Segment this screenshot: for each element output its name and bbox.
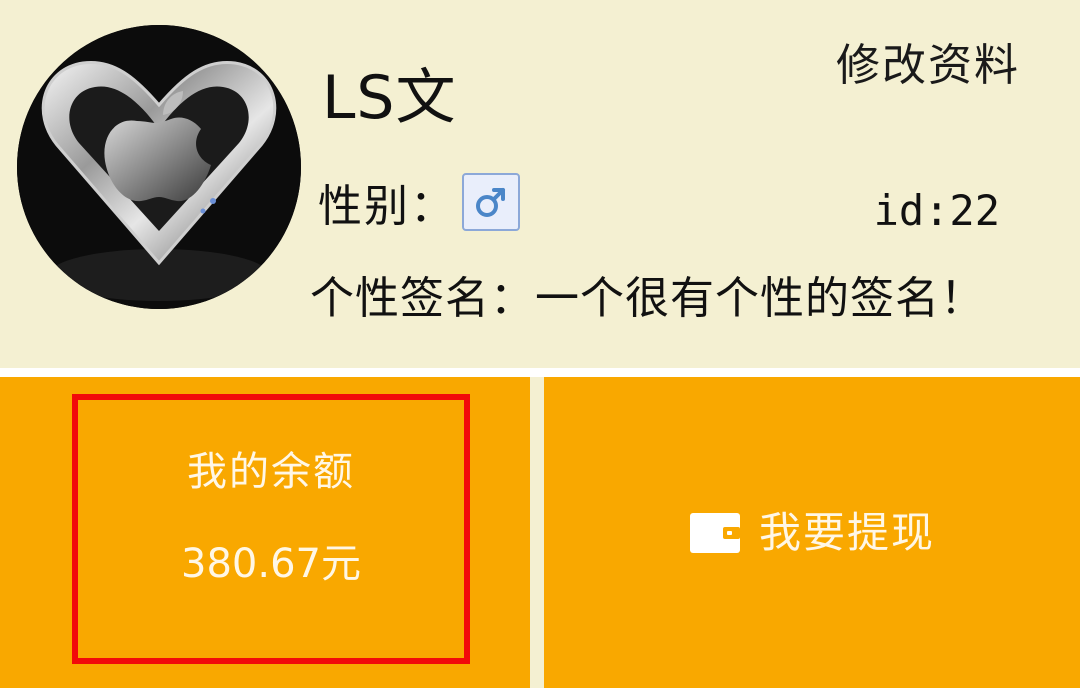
profile-header: LS文 修改资料 性别： id:22 个性签名：一个很有个性的签名！ — [0, 0, 1080, 368]
gender-label: 性别： — [318, 181, 456, 232]
balance-label: 我的余额 — [187, 449, 355, 495]
gender-badge — [462, 173, 520, 231]
apple-heart-avatar-image — [17, 25, 301, 309]
tile-divider — [530, 377, 544, 688]
signature: 个性签名：一个很有个性的签名！ — [310, 273, 985, 324]
withdraw-button[interactable]: 我要提现 — [544, 377, 1080, 688]
edit-profile-link[interactable]: 修改资料 — [836, 38, 1020, 94]
balance-value: 380.67元 — [181, 541, 361, 587]
wallet-icon — [689, 512, 741, 554]
withdraw-label: 我要提现 — [758, 507, 935, 557]
avatar[interactable] — [17, 25, 301, 309]
username: LS文 — [322, 63, 457, 133]
gender-row: 性别： — [318, 170, 520, 234]
male-symbol-icon — [476, 188, 505, 217]
user-id: id:22 — [873, 186, 1000, 235]
balance-highlight-box — [72, 394, 470, 664]
